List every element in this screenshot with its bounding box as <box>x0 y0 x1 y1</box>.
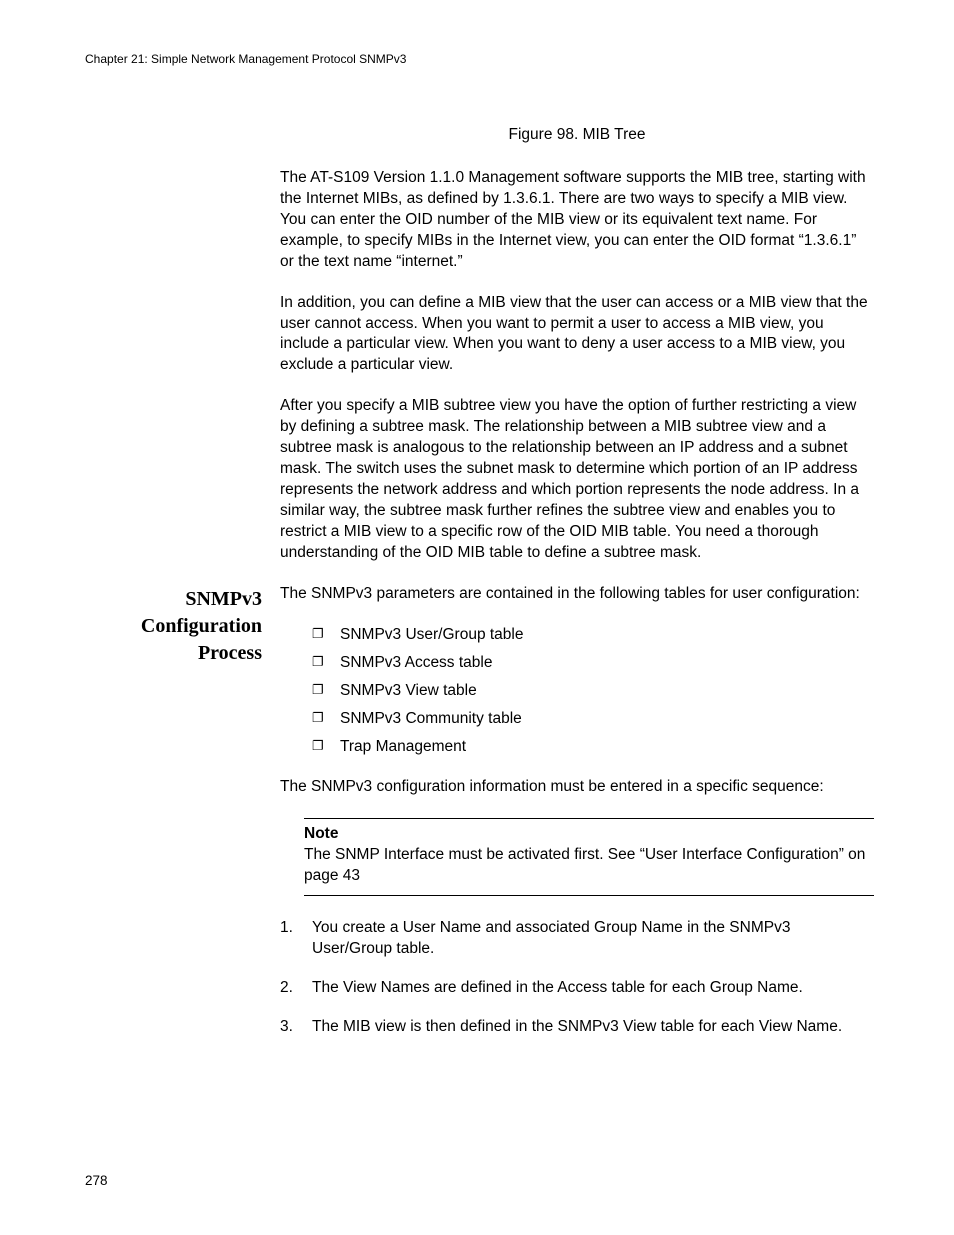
note-label: Note <box>304 825 874 843</box>
paragraph: The AT-S109 Version 1.1.0 Management sof… <box>280 168 874 273</box>
paragraph: The SNMPv3 parameters are contained in t… <box>280 584 874 605</box>
list-item: SNMPv3 View table <box>312 681 874 701</box>
ordered-steps: You create a User Name and associated Gr… <box>280 918 874 1038</box>
paragraph: In addition, you can define a MIB view t… <box>280 293 874 377</box>
list-item: The MIB view is then defined in the SNMP… <box>280 1017 874 1038</box>
upper-content: Figure 98. MIB Tree The AT-S109 Version … <box>280 126 874 564</box>
paragraph: After you specify a MIB subtree view you… <box>280 396 874 563</box>
paragraph: The SNMPv3 configuration information mus… <box>280 777 874 798</box>
list-item: SNMPv3 Access table <box>312 653 874 673</box>
list-item: Trap Management <box>312 737 874 757</box>
list-item: You create a User Name and associated Gr… <box>280 918 874 960</box>
section-row: SNMPv3 Configuration Process The SNMPv3 … <box>85 584 874 1056</box>
note-box: Note The SNMP Interface must be activate… <box>304 818 874 896</box>
page: Chapter 21: Simple Network Management Pr… <box>0 0 954 1235</box>
section-body: The SNMPv3 parameters are contained in t… <box>280 584 874 1056</box>
side-heading: SNMPv3 Configuration Process <box>85 584 280 667</box>
list-item: The View Names are defined in the Access… <box>280 978 874 999</box>
list-item: SNMPv3 Community table <box>312 709 874 729</box>
running-header: Chapter 21: Simple Network Management Pr… <box>85 52 874 66</box>
note-text: The SNMP Interface must be activated fir… <box>304 845 874 887</box>
list-item: SNMPv3 User/Group table <box>312 625 874 645</box>
page-number: 278 <box>85 1173 108 1188</box>
bullet-list: SNMPv3 User/Group table SNMPv3 Access ta… <box>312 625 874 758</box>
figure-caption: Figure 98. MIB Tree <box>280 126 874 144</box>
